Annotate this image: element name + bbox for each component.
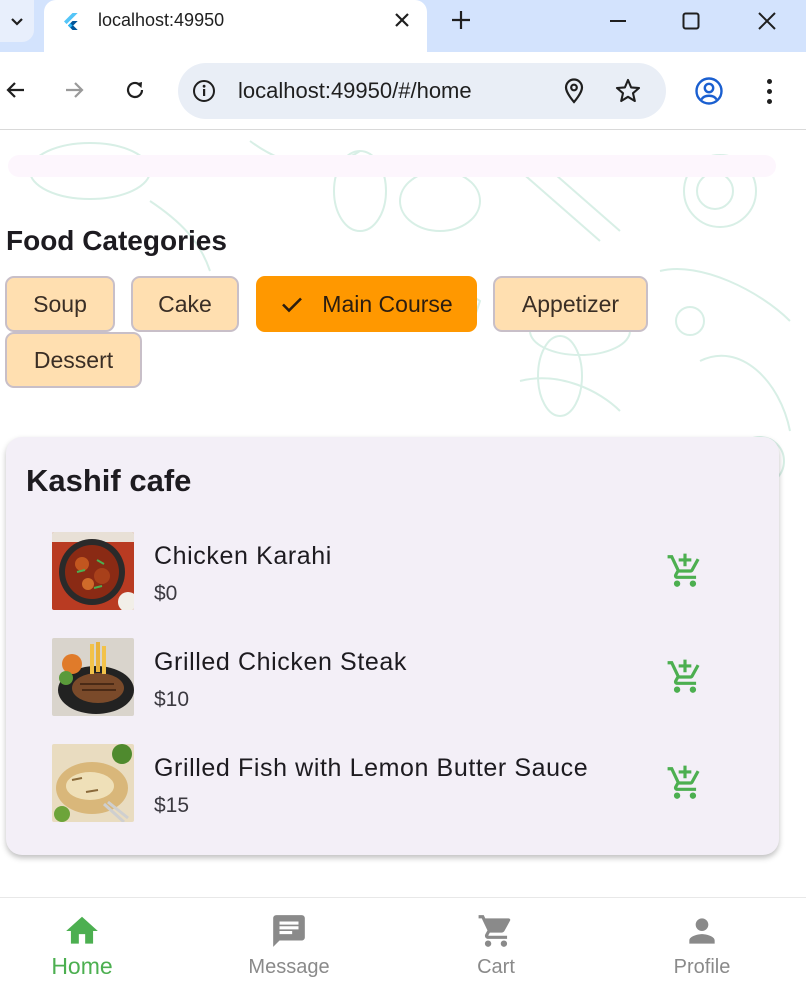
bottom-navigation-bar: Home Message Cart Profile <box>0 897 806 995</box>
category-chip-main-course[interactable]: Main Course <box>256 276 477 332</box>
tab-title: localhost:49950 <box>98 10 225 30</box>
restaurant-card: Kashif cafe Chicken Karahi $0 Grilled Ch… <box>6 437 779 855</box>
item-name: Chicken Karahi <box>154 542 332 570</box>
minimize-button[interactable] <box>603 6 633 36</box>
item-price: $10 <box>154 688 190 711</box>
menu-dot <box>766 98 772 104</box>
close-window-button[interactable] <box>752 6 782 36</box>
arrow-right-icon <box>66 82 84 98</box>
browser-menu-button[interactable] <box>757 76 781 106</box>
chip-label: Dessert <box>33 346 114 373</box>
section-title: Food Categories <box>6 225 227 256</box>
add-to-cart-icon[interactable] <box>666 764 704 802</box>
profile-account-icon[interactable] <box>694 76 724 106</box>
chip-label: Main Course <box>322 290 453 317</box>
home-icon <box>66 916 98 944</box>
browser-tab[interactable]: localhost:49950 <box>44 0 427 52</box>
search-bar-remnant <box>8 155 776 177</box>
menu-item[interactable]: Grilled Fish with Lemon Butter Sauce $15 <box>6 744 779 834</box>
browser-toolbar: localhost:49950/#/home <box>0 52 806 130</box>
nav-label: Home <box>51 953 113 979</box>
item-price: $15 <box>154 794 190 817</box>
nav-item-home[interactable]: Home <box>0 898 185 994</box>
item-name: Grilled Chicken Steak <box>154 648 407 676</box>
nav-label: Profile <box>673 956 731 978</box>
item-name: Grilled Fish with Lemon Butter Sauce <box>154 754 589 782</box>
back-button[interactable] <box>0 74 32 106</box>
close-icon <box>395 13 409 27</box>
browser-tab-strip: localhost:49950 <box>0 0 806 52</box>
new-tab-button[interactable] <box>448 7 474 33</box>
menu-item[interactable]: Chicken Karahi $0 <box>6 532 779 622</box>
flutter-favicon-icon <box>64 13 78 30</box>
menu-item[interactable]: Grilled Chicken Steak $10 <box>6 638 779 728</box>
maximize-button[interactable] <box>676 6 706 36</box>
reload-button[interactable] <box>119 74 151 106</box>
site-info-icon[interactable] <box>192 79 216 103</box>
nav-item-profile[interactable]: Profile <box>599 898 805 994</box>
reload-icon <box>126 81 144 99</box>
food-image-grilled-fish <box>52 744 134 822</box>
forward-button[interactable] <box>58 74 90 106</box>
minimize-icon <box>610 20 626 22</box>
app-page[interactable]: Food Categories Soup Cake Main Course Ap… <box>0 131 806 897</box>
restaurant-name: Kashif cafe <box>26 463 192 498</box>
arrow-left-icon <box>6 82 24 98</box>
category-chip-appetizer[interactable]: Appetizer <box>493 276 648 332</box>
category-chip-soup[interactable]: Soup <box>5 276 115 332</box>
nav-item-message[interactable]: Message <box>186 898 392 994</box>
close-icon <box>758 12 776 30</box>
check-icon <box>282 297 303 313</box>
chevron-down-icon <box>11 18 23 26</box>
food-image-grilled-chicken-steak <box>52 638 134 716</box>
category-chip-cake[interactable]: Cake <box>131 276 239 332</box>
nav-label: Cart <box>477 956 515 978</box>
item-price: $0 <box>154 582 178 605</box>
tab-search-button[interactable] <box>0 0 34 42</box>
message-icon <box>273 915 305 947</box>
category-chip-dessert[interactable]: Dessert <box>5 332 142 388</box>
tab-close-button[interactable] <box>390 8 414 32</box>
bookmark-star-icon[interactable] <box>614 77 642 105</box>
person-icon <box>689 918 715 944</box>
nav-item-cart[interactable]: Cart <box>393 898 599 994</box>
cart-icon <box>478 915 511 947</box>
maximize-icon <box>682 12 700 30</box>
chip-label: Cake <box>158 290 212 317</box>
food-image-chicken-karahi <box>52 532 134 610</box>
address-bar[interactable]: localhost:49950/#/home <box>178 63 666 119</box>
chip-label: Soup <box>33 290 87 317</box>
nav-label: Message <box>248 956 330 978</box>
add-to-cart-icon[interactable] <box>666 658 704 696</box>
url-text[interactable]: localhost:49950/#/home <box>238 78 472 104</box>
menu-dot <box>766 88 772 94</box>
plus-icon <box>452 11 470 29</box>
add-to-cart-icon[interactable] <box>666 552 704 590</box>
chip-label: Appetizer <box>521 290 620 317</box>
menu-dot <box>766 78 772 84</box>
location-pin-icon[interactable] <box>562 78 586 104</box>
